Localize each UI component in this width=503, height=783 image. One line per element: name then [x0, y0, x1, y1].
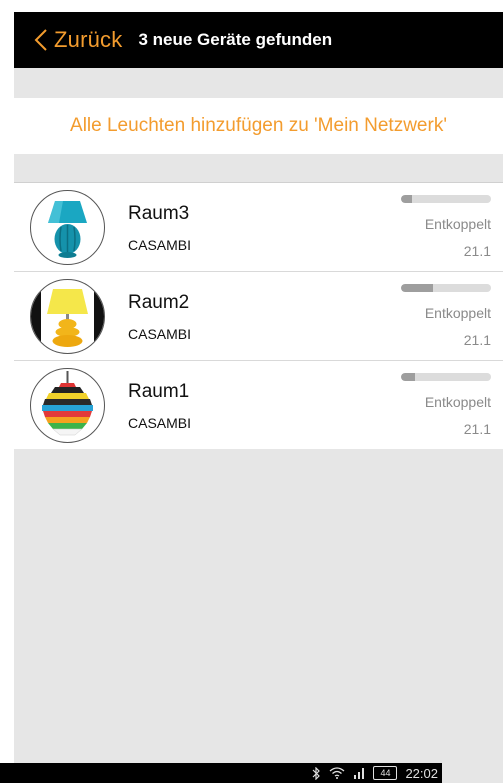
- signal-icon: [353, 767, 365, 779]
- device-status: Entkoppelt: [424, 216, 491, 232]
- app-header: Zurück 3 neue Geräte gefunden: [14, 12, 503, 68]
- device-version: 21.1: [463, 421, 491, 437]
- battery-icon: 44: [373, 766, 398, 780]
- yellow-lamp-avatar: [30, 279, 105, 354]
- blue-table-lamp-image: [48, 201, 87, 258]
- bluetooth-icon: [311, 766, 321, 780]
- device-row-raum3[interactable]: Raum3 CASAMBI Entkoppelt 21.1: [14, 182, 503, 271]
- signal-strength-bar: [401, 373, 491, 381]
- back-button[interactable]: Zurück: [34, 27, 122, 53]
- signal-strength-fill: [401, 284, 433, 292]
- striped-pendant-lamp-image: [42, 371, 93, 436]
- device-name: Raum2: [128, 292, 190, 313]
- page-title: 3 neue Geräte gefunden: [138, 30, 333, 49]
- back-label: Zurück: [54, 27, 123, 52]
- device-list: Raum3 CASAMBI Entkoppelt 21.1 Raum2 CASA…: [14, 182, 503, 449]
- striped-lamp-avatar: [30, 368, 105, 443]
- device-version: 21.1: [463, 243, 491, 259]
- wifi-icon: [329, 767, 345, 779]
- blue-lamp-avatar: [30, 190, 105, 265]
- clock: 22:02: [405, 765, 438, 781]
- signal-strength-fill: [401, 373, 415, 381]
- yellow-table-lamp-image: [31, 280, 104, 353]
- device-status: Entkoppelt: [424, 394, 491, 410]
- device-row-raum1[interactable]: Raum1 CASAMBI Entkoppelt 21.1: [14, 360, 503, 449]
- device-name: Raum3: [128, 203, 190, 224]
- device-brand: CASAMBI: [128, 415, 192, 431]
- signal-strength-bar: [401, 284, 491, 292]
- system-status-bar: 44 22:02: [0, 763, 442, 783]
- signal-strength-bar: [401, 195, 491, 203]
- device-row-raum2[interactable]: Raum2 CASAMBI Entkoppelt 21.1: [14, 271, 503, 360]
- add-all-lamps-button[interactable]: Alle Leuchten hinzufügen zu 'Mein Netzwe…: [14, 98, 503, 154]
- device-version: 21.1: [463, 332, 491, 348]
- device-name: Raum1: [128, 381, 190, 402]
- device-brand: CASAMBI: [128, 237, 192, 253]
- chevron-left-icon: [34, 29, 47, 51]
- signal-strength-fill: [401, 195, 412, 203]
- device-brand: CASAMBI: [128, 326, 192, 342]
- device-status: Entkoppelt: [424, 305, 491, 321]
